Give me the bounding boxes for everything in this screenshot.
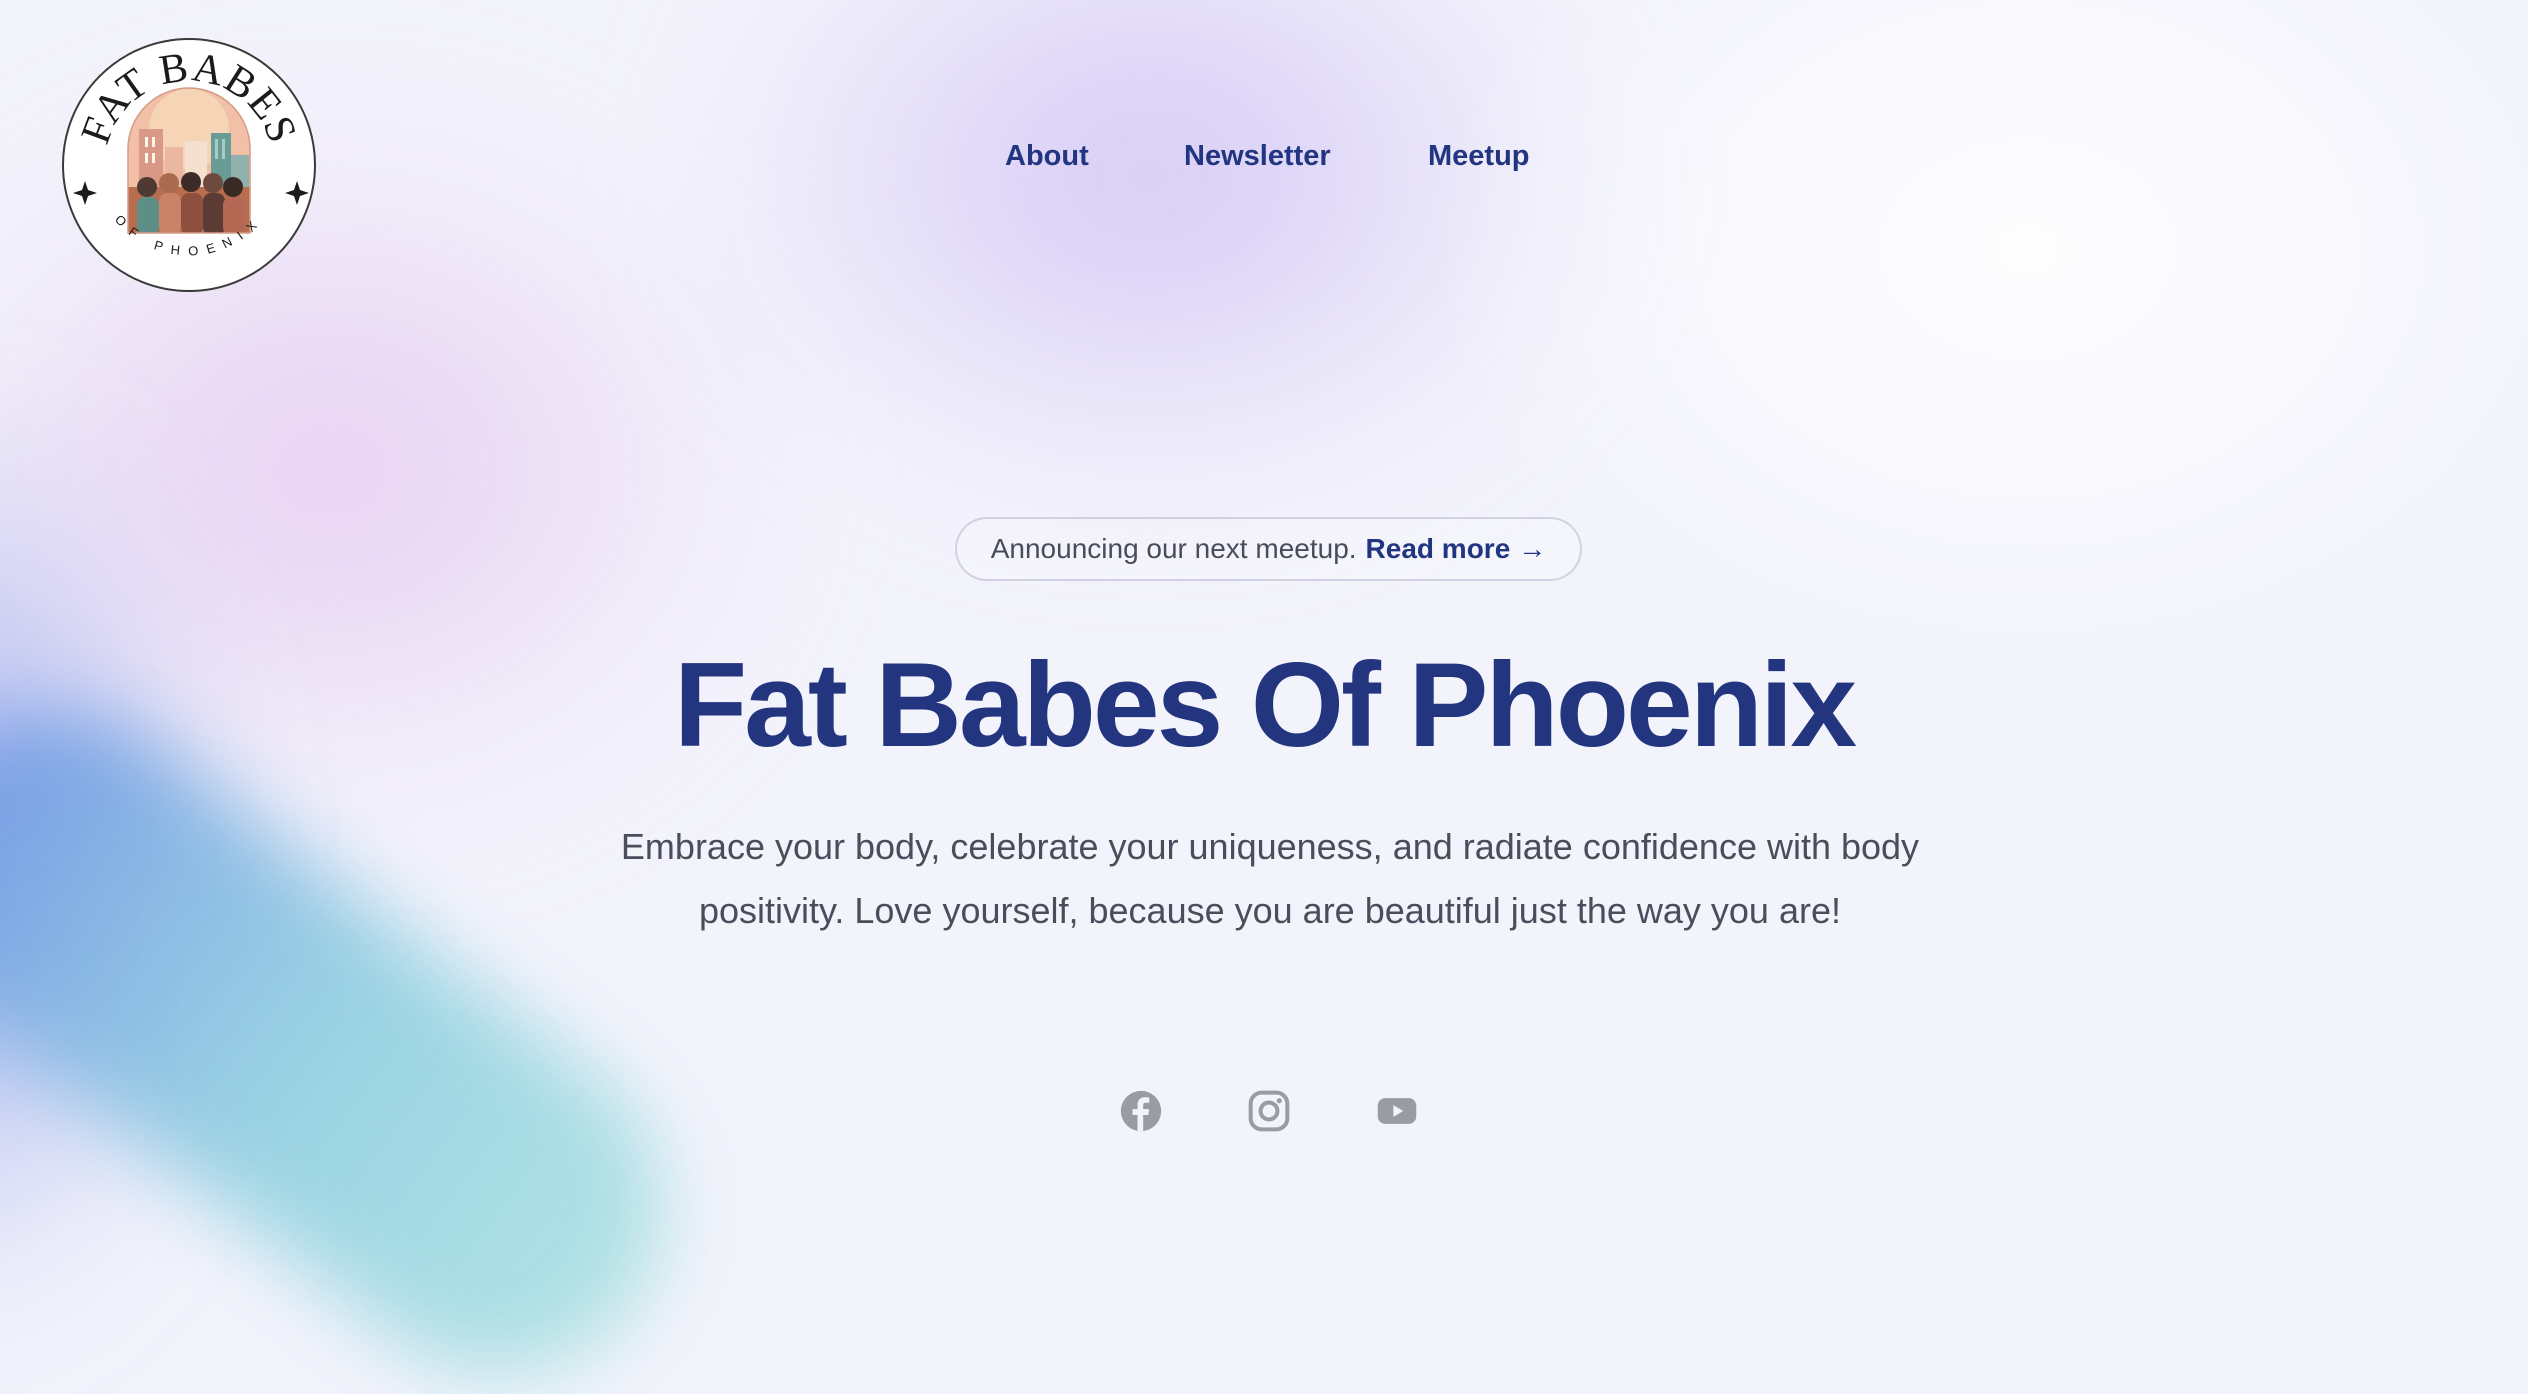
logo-link[interactable]: FAT BABES OF PHOENIX [61,37,317,293]
instagram-link[interactable] [1247,1089,1291,1133]
youtube-icon [1377,1098,1417,1124]
facebook-link[interactable] [1119,1089,1163,1133]
nav-newsletter[interactable]: Newsletter [1184,140,1331,173]
hero-tagline: Embrace your body, celebrate your unique… [620,826,1920,931]
facebook-icon [1120,1090,1162,1132]
instagram-icon [1248,1090,1290,1132]
read-more-link[interactable]: Read more [1366,533,1511,565]
announcement-pill[interactable]: Announcing our next meetup. Read more → [955,517,1582,581]
nav-about[interactable]: About [1005,140,1089,173]
page-title: Fat Babes Of Phoenix [673,638,1857,772]
site-header: FAT BABES OF PHOENIX About Newsletter Me… [0,0,2528,330]
announcement-text: Announcing our next meetup. [990,533,1357,564]
nav-meetup[interactable]: Meetup [1428,140,1530,173]
youtube-link[interactable] [1375,1089,1419,1133]
fat-babes-logo: FAT BABES OF PHOENIX [62,38,316,292]
arrow-right-icon: → [1518,533,1547,564]
